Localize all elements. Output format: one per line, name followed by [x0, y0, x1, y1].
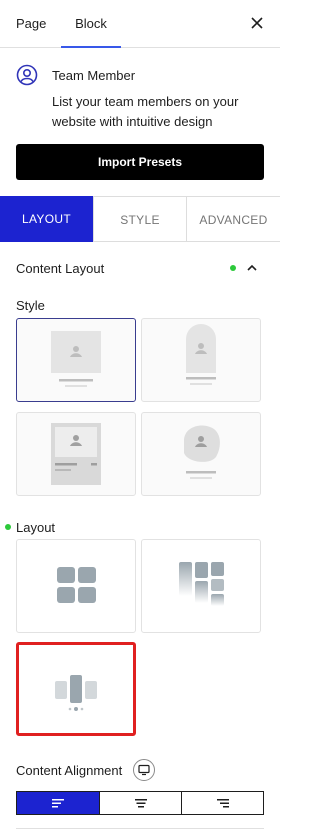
align-left-button[interactable] [17, 792, 99, 814]
content-alignment-control [16, 791, 264, 815]
style-option-4[interactable] [141, 412, 261, 496]
tab-advanced[interactable]: ADVANCED [186, 196, 280, 242]
style-option-3[interactable] [16, 412, 136, 496]
layout-modified-indicator-icon [5, 524, 11, 530]
style-option-2[interactable] [141, 318, 261, 402]
block-description: List your team members on your website w… [52, 94, 239, 129]
carousel-layout-icon [55, 675, 97, 711]
import-presets-button[interactable]: Import Presets [16, 144, 264, 180]
desktop-icon [138, 764, 150, 776]
panel-title: Content Layout [16, 261, 105, 276]
align-center-button[interactable] [99, 792, 181, 814]
style-label: Style [16, 298, 45, 313]
style-1-preview-icon [51, 331, 101, 387]
block-title: Team Member [52, 68, 136, 83]
masonry-layout-icon [179, 562, 224, 606]
layout-label: Layout [16, 520, 56, 535]
layout-option-grid[interactable] [16, 539, 136, 633]
style-3-preview-icon [51, 423, 101, 485]
content-layout-panel-header[interactable]: Content Layout [16, 260, 266, 280]
tab-layout[interactable]: LAYOUT [0, 196, 93, 242]
style-option-1[interactable] [16, 318, 136, 402]
modified-indicator-icon [230, 265, 236, 271]
align-center-icon [135, 799, 147, 808]
align-right-button[interactable] [181, 792, 263, 814]
layout-option-masonry[interactable] [141, 539, 261, 633]
align-right-icon [217, 799, 229, 808]
style-4-preview-icon [184, 425, 220, 479]
grid-layout-icon [57, 567, 96, 603]
sidebar-tabs: Page Block [0, 0, 280, 48]
layout-option-carousel[interactable] [16, 642, 136, 736]
style-2-preview-icon [186, 324, 216, 385]
settings-tabs: LAYOUT STYLE ADVANCED [0, 196, 280, 242]
content-alignment-label: Content Alignment [16, 763, 123, 778]
responsive-device-button[interactable] [133, 759, 155, 781]
user-circle-icon [16, 64, 38, 86]
tab-block[interactable]: Block [61, 0, 121, 48]
divider [16, 828, 264, 829]
tab-page[interactable]: Page [16, 0, 46, 47]
chevron-up-icon[interactable] [246, 262, 258, 274]
align-left-icon [52, 799, 64, 808]
close-icon[interactable] [250, 16, 264, 30]
tab-style[interactable]: STYLE [93, 196, 186, 242]
